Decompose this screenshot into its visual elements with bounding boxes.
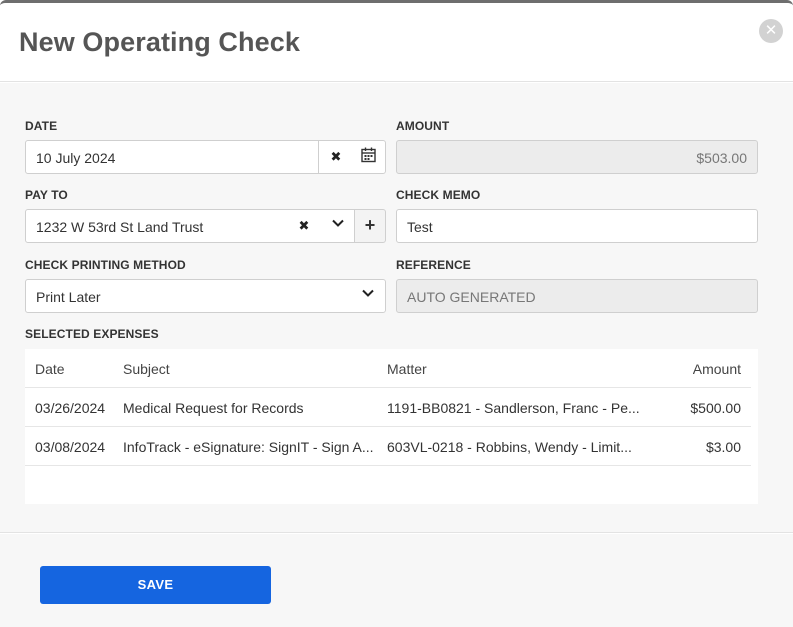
table-row[interactable]: 03/26/2024 Medical Request for Records 1… <box>25 388 751 427</box>
column-date: Date <box>35 361 65 377</box>
expenses-table: Date Subject Matter Amount 03/26/2024 Me… <box>25 349 758 504</box>
table-header: Date Subject Matter Amount <box>25 349 751 388</box>
chevron-down-icon[interactable] <box>356 286 380 303</box>
clear-pay-to-icon[interactable]: ✖ <box>294 218 314 234</box>
date-value: 10 July 2024 <box>36 150 116 166</box>
close-icon[interactable]: ✕ <box>759 19 783 43</box>
row-date: 03/26/2024 <box>35 400 106 416</box>
check-memo-label: CHECK MEMO <box>396 188 481 202</box>
reference-label: REFERENCE <box>396 258 471 272</box>
printing-method-select[interactable]: Print Later <box>25 279 386 313</box>
row-amount: $500.00 <box>690 400 741 416</box>
clear-date-icon[interactable]: ✖ <box>326 149 346 165</box>
row-subject: InfoTrack - eSignature: SignIT - Sign A.… <box>123 439 374 455</box>
pay-to-label: PAY TO <box>25 188 68 202</box>
column-subject: Subject <box>123 361 170 377</box>
pay-to-value: 1232 W 53rd St Land Trust <box>36 219 204 235</box>
modal-body: DATE 10 July 2024 ✖ AMOUNT $503.00 PAY T… <box>0 83 793 533</box>
row-subject: Medical Request for Records <box>123 400 304 416</box>
reference-field: AUTO GENERATED <box>396 279 758 313</box>
row-amount: $3.00 <box>705 439 741 455</box>
row-matter: 1191-BB0821 - Sandlerson, Franc - Pe... <box>387 400 640 416</box>
date-field[interactable]: 10 July 2024 ✖ <box>25 140 386 174</box>
printing-method-label: CHECK PRINTING METHOD <box>25 258 186 272</box>
modal-header: New Operating Check ✕ <box>0 3 793 82</box>
chevron-down-icon[interactable] <box>326 216 350 233</box>
page-title: New Operating Check <box>19 27 300 57</box>
selected-expenses-label: SELECTED EXPENSES <box>25 327 159 341</box>
row-date: 03/08/2024 <box>35 439 106 455</box>
check-memo-input[interactable]: Test <box>396 209 758 243</box>
amount-value: $503.00 <box>696 150 747 166</box>
column-amount: Amount <box>692 361 741 377</box>
row-matter: 603VL-0218 - Robbins, Wendy - Limit... <box>387 439 632 455</box>
calendar-icon[interactable] <box>358 147 378 166</box>
table-row[interactable]: 03/08/2024 InfoTrack - eSignature: SignI… <box>25 427 751 466</box>
save-button[interactable]: SAVE <box>40 566 271 604</box>
column-matter: Matter <box>387 361 427 377</box>
date-divider <box>318 141 319 173</box>
modal-footer: SAVE <box>0 534 793 627</box>
date-label: DATE <box>25 119 58 133</box>
add-payee-button[interactable]: + <box>354 209 386 243</box>
new-operating-check-modal: New Operating Check ✕ DATE 10 July 2024 … <box>0 0 793 627</box>
pay-to-select[interactable]: 1232 W 53rd St Land Trust ✖ <box>25 209 356 243</box>
check-memo-value: Test <box>407 219 433 235</box>
reference-value: AUTO GENERATED <box>407 289 536 305</box>
amount-label: AMOUNT <box>396 119 450 133</box>
printing-method-value: Print Later <box>36 289 101 305</box>
amount-field: $503.00 <box>396 140 758 174</box>
